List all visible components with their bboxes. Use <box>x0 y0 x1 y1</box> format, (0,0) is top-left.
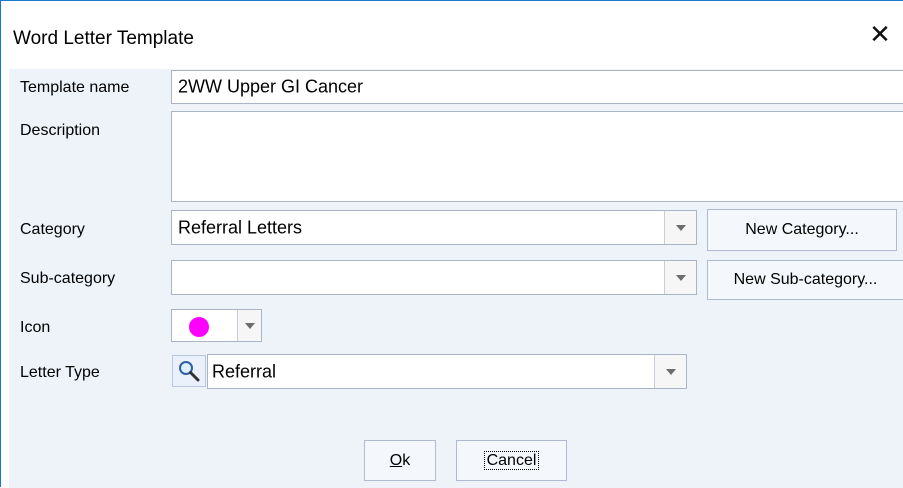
letter-type-label: Letter Type <box>20 364 100 381</box>
title-bar[interactable]: Word Letter Template ✕ <box>1 1 903 69</box>
new-sub-category-button[interactable]: New Sub-category... <box>707 260 903 300</box>
description-textarea[interactable] <box>171 111 903 202</box>
chevron-down-icon[interactable] <box>664 261 696 294</box>
ok-button[interactable]: Ok <box>364 440 436 481</box>
window-title: Word Letter Template <box>13 28 194 49</box>
letter-type-value: Referral <box>212 361 277 381</box>
new-category-button[interactable]: New Category... <box>707 209 897 251</box>
cancel-label: Cancel <box>483 451 540 470</box>
sub-category-select[interactable] <box>171 260 697 295</box>
chevron-down-icon[interactable] <box>237 310 261 341</box>
cancel-button[interactable]: Cancel <box>456 440 567 481</box>
category-label: Category <box>20 221 85 238</box>
icon-color-picker[interactable] <box>171 309 262 342</box>
template-name-input[interactable]: 2WW Upper GI Cancer <box>171 70 903 104</box>
category-value: Referral Letters <box>178 217 303 237</box>
dialog-content: Template name 2WW Upper GI Cancer Descri… <box>9 69 903 488</box>
close-icon[interactable]: ✕ <box>863 17 897 51</box>
template-name-label: Template name <box>20 79 130 96</box>
chevron-down-icon[interactable] <box>654 355 686 388</box>
letter-type-select[interactable]: Referral <box>207 354 687 389</box>
ok-mnemonic: O <box>389 451 403 469</box>
color-swatch <box>189 317 209 337</box>
magnifier-icon[interactable] <box>172 355 206 387</box>
new-sub-category-label: New Sub-category... <box>733 271 878 288</box>
new-category-label: New Category... <box>745 221 859 238</box>
chevron-down-icon[interactable] <box>664 211 696 244</box>
icon-label: Icon <box>20 319 51 336</box>
category-select[interactable]: Referral Letters <box>171 210 697 245</box>
ok-label-rest: k <box>402 451 411 469</box>
dialog-window: Word Letter Template ✕ Template name 2WW… <box>0 0 903 488</box>
description-label: Description <box>20 122 101 139</box>
template-name-value: 2WW Upper GI Cancer <box>178 76 364 97</box>
sub-category-label: Sub-category <box>20 270 116 287</box>
